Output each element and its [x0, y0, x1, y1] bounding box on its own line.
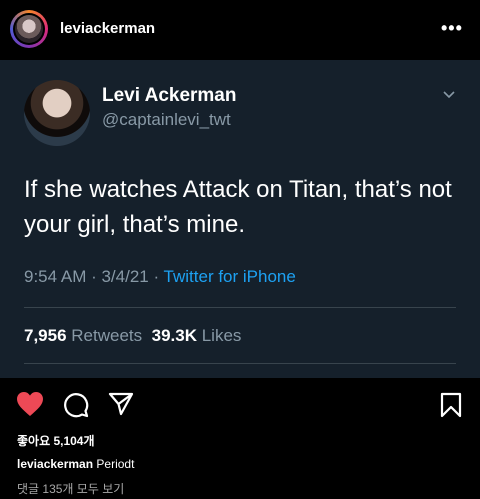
- tweet-handle: @captainlevi_twt: [102, 110, 231, 129]
- header-username[interactable]: leviackerman: [60, 20, 155, 37]
- tweet-time-date: 9:54 AM · 3/4/21 ·: [24, 267, 164, 286]
- tweet-text: If she watches Attack on Titan, that’s n…: [24, 176, 452, 238]
- retweets-label: Retweets: [71, 326, 143, 345]
- tweet-source: Twitter for iPhone: [163, 267, 296, 286]
- tweet-avatar: [24, 80, 90, 146]
- comment-icon[interactable]: [63, 392, 89, 418]
- post-image-tweet[interactable]: Levi Ackerman @captainlevi_twt If she wa…: [0, 60, 480, 378]
- caption: leviackerman Periodt: [17, 457, 134, 471]
- post-header: leviackerman •••: [0, 0, 480, 60]
- more-options-icon[interactable]: •••: [441, 18, 463, 39]
- likes-label: Likes: [201, 326, 242, 345]
- tweet-divider: [24, 363, 456, 364]
- profile-avatar[interactable]: [10, 10, 48, 48]
- view-all-comments-link[interactable]: 댓글 135개 모두 보기: [17, 480, 124, 497]
- share-icon[interactable]: [108, 392, 134, 416]
- heart-icon[interactable]: [16, 391, 44, 417]
- chevron-down-icon: [443, 91, 455, 99]
- avatar-image: [15, 15, 43, 43]
- bookmark-icon[interactable]: [440, 392, 462, 418]
- tweet-divider: [24, 307, 456, 308]
- likes-count-text[interactable]: 좋아요 5,104개: [17, 432, 95, 449]
- likes-count: 39.3K: [151, 326, 197, 345]
- post-actions: [0, 380, 480, 430]
- tweet-meta: 9:54 AM · 3/4/21 · Twitter for iPhone: [24, 267, 296, 287]
- caption-username[interactable]: leviackerman: [17, 457, 93, 471]
- tweet-stats: 7,956 Retweets 39.3K Likes: [24, 326, 241, 346]
- tweet-display-name: Levi Ackerman: [102, 85, 237, 106]
- caption-text: Periodt: [96, 457, 135, 471]
- retweets-count: 7,956: [24, 326, 67, 345]
